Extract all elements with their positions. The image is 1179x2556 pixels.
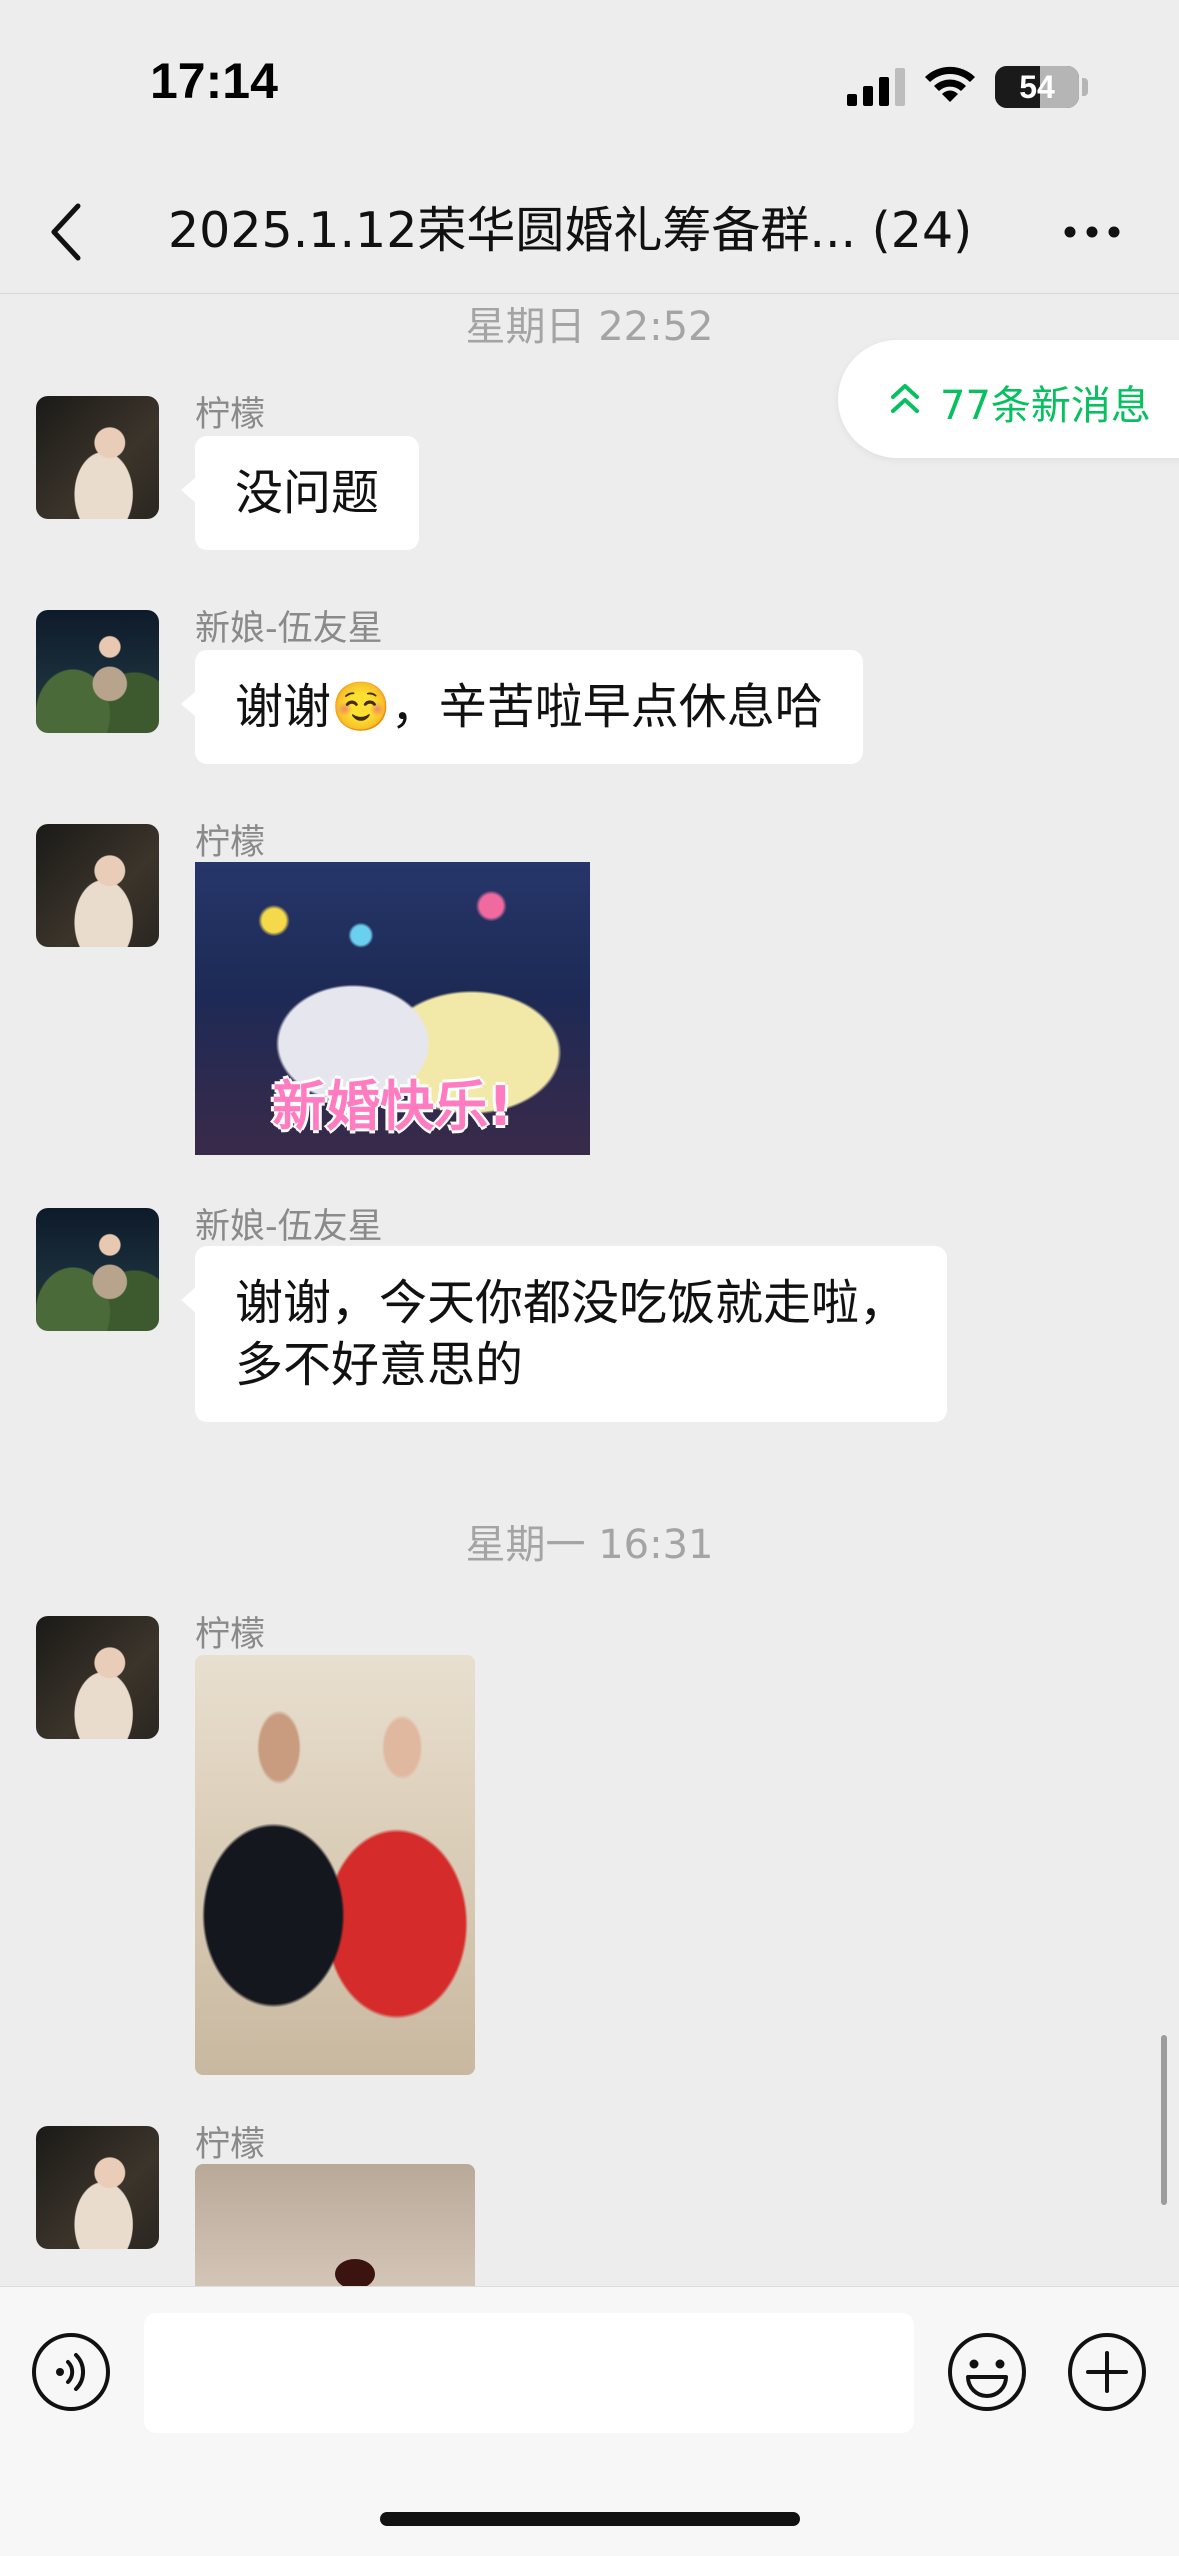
cellular-signal-icon [847, 68, 905, 106]
avatar-bride[interactable] [36, 610, 159, 733]
emoji-icon[interactable] [946, 2331, 1028, 2413]
battery-icon: 54 [995, 66, 1079, 108]
sticker-caption: 新婚快乐! [272, 1075, 513, 1138]
avatar-lemon[interactable] [36, 1616, 159, 1739]
home-indicator[interactable] [380, 2512, 800, 2526]
message-list[interactable]: 星期日 22:52 柠檬 没问题 新娘-伍友星 谢谢☺️，辛苦啦早点休息哈 柠檬… [0, 294, 1179, 2286]
message-bubble[interactable]: 谢谢，今天你都没吃饭就走啦， 多不好意思的 [180, 1246, 948, 1422]
sender-name: 新娘-伍友星 [195, 1207, 383, 1247]
wedding-photo[interactable] [195, 1655, 475, 2075]
voice-icon[interactable] [30, 2331, 112, 2413]
new-messages-label: 77条新消息 [940, 383, 1151, 429]
avatar-lemon[interactable] [36, 824, 159, 947]
message-text-line: 多不好意思的 [235, 1337, 524, 1393]
chevron-left-icon[interactable] [44, 200, 88, 264]
double-chevron-up-icon [891, 384, 919, 413]
avatar-lemon[interactable] [36, 396, 159, 519]
sender-name: 柠檬 [195, 1615, 266, 1655]
scrollbar[interactable] [1161, 2035, 1167, 2205]
status-time: 17:14 [150, 53, 278, 109]
sender-name: 新娘-伍友星 [195, 609, 383, 649]
chat-title: 2025.1.12荣华圆婚礼筹备群... (24) [168, 202, 973, 259]
message-text-line: 谢谢，今天你都没吃饭就走啦， [235, 1275, 908, 1331]
avatar-bride[interactable] [36, 1208, 159, 1331]
status-bar: 17:14 54 [0, 0, 1179, 170]
sticker-image[interactable]: 新婚快乐! [195, 862, 590, 1155]
sender-name: 柠檬 [195, 395, 266, 435]
new-messages-button[interactable]: 77条新消息 [838, 340, 1179, 458]
wedding-photo[interactable] [195, 2164, 475, 2286]
message-bubble[interactable]: 谢谢☺️，辛苦啦早点休息哈 [181, 650, 863, 764]
battery-level: 54 [1019, 69, 1055, 105]
battery-nub [1082, 78, 1088, 96]
wifi-icon [925, 66, 975, 102]
time-separator: 星期一 16:31 [465, 1522, 714, 1568]
sender-name: 柠檬 [195, 2125, 266, 2165]
chat-header: 2025.1.12荣华圆婚礼筹备群... (24) [0, 170, 1179, 294]
more-dots-icon[interactable] [1062, 218, 1122, 246]
message-bubble[interactable]: 没问题 [180, 436, 420, 550]
plus-icon[interactable] [1066, 2331, 1148, 2413]
message-input[interactable] [144, 2313, 914, 2433]
sender-name: 柠檬 [195, 823, 266, 863]
avatar-lemon[interactable] [36, 2126, 159, 2249]
